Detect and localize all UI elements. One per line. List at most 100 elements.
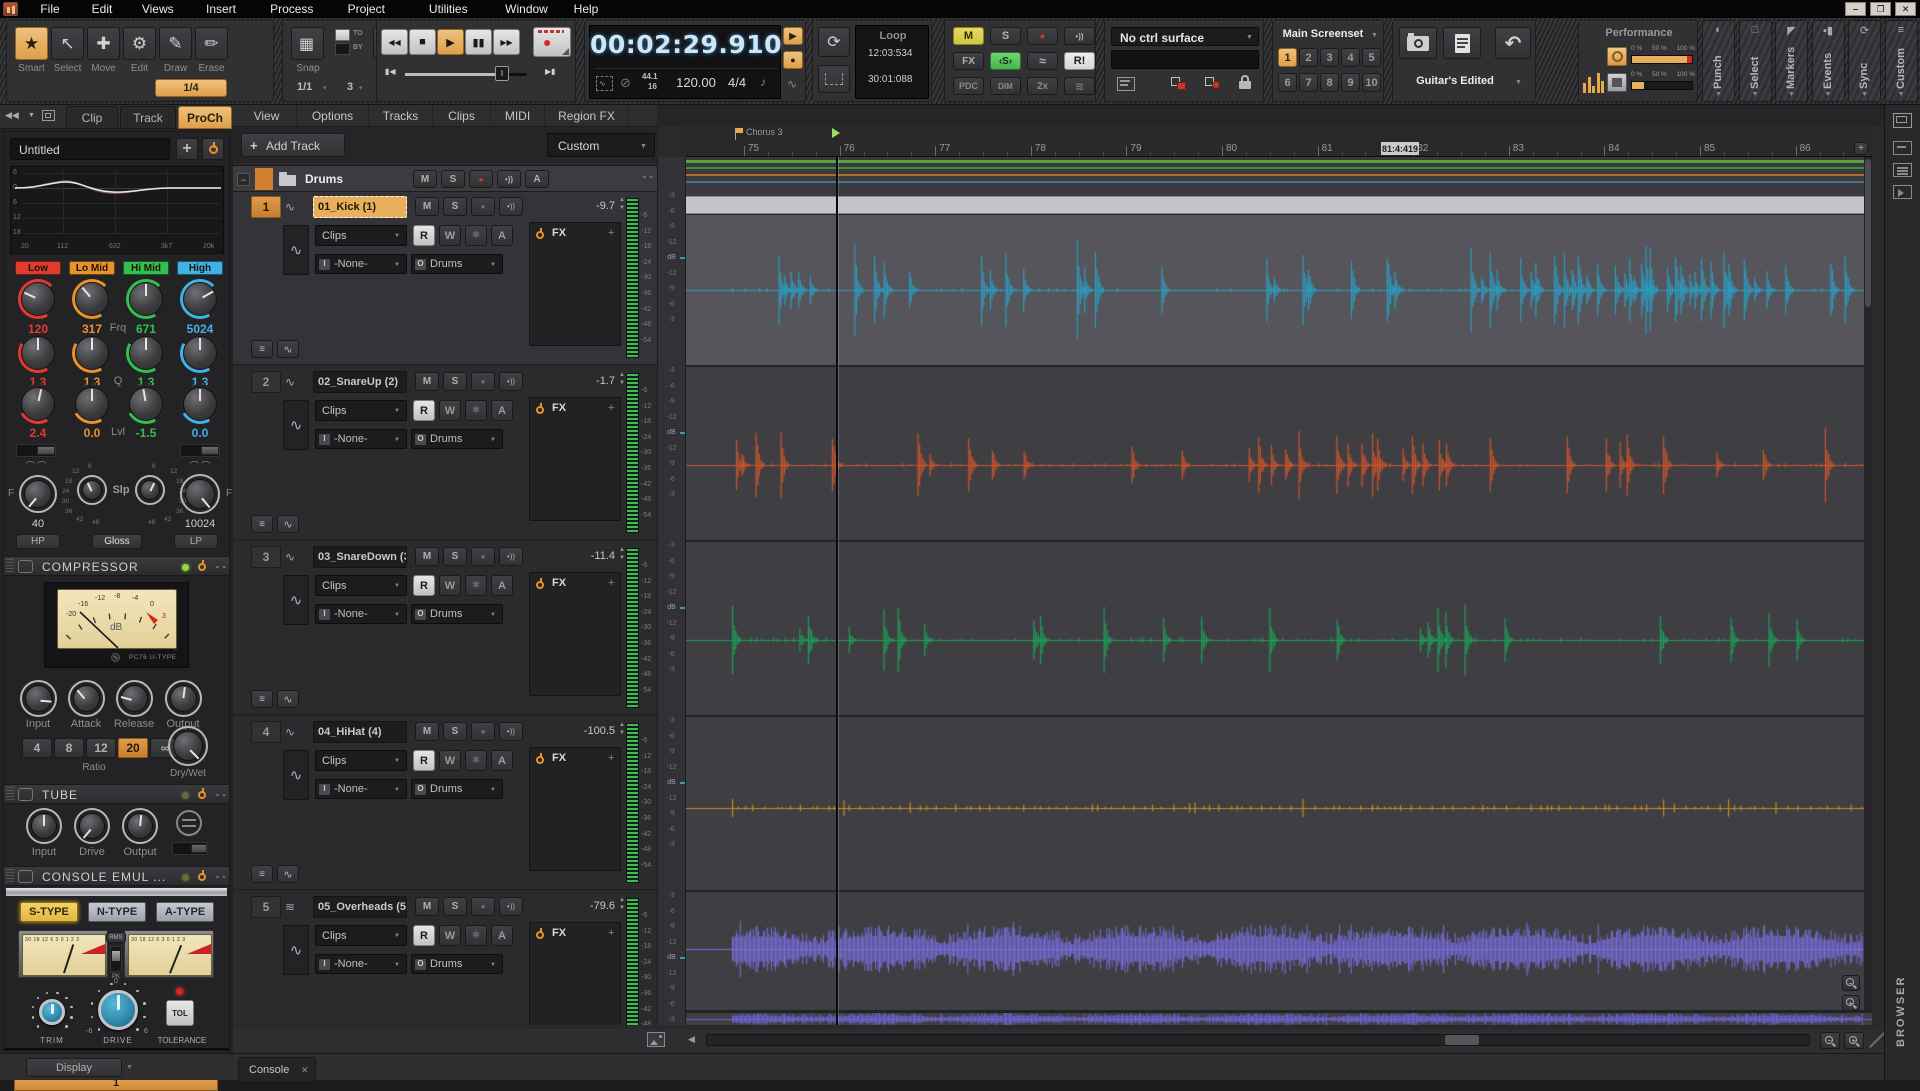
output-dropdown[interactable]: ODrums▼ [411, 779, 503, 799]
tube-toggle[interactable] [172, 842, 208, 855]
eq-band-label-0[interactable]: Low [15, 261, 61, 275]
wai-icon[interactable] [1117, 77, 1135, 91]
console-tab[interactable]: Console✕ [238, 1057, 316, 1081]
stop-button[interactable]: ■ [409, 29, 436, 55]
automation-lane-button[interactable]: ∿ [277, 340, 299, 358]
open-red-icon[interactable] [1171, 77, 1187, 90]
track-echo-button[interactable]: •)) [499, 197, 523, 216]
trackview-menu-options[interactable]: Options [297, 105, 369, 127]
input-dropdown[interactable]: I-None-▼ [315, 954, 407, 974]
eq-q-knob-3[interactable] [180, 333, 220, 373]
trim-knob[interactable] [39, 999, 65, 1025]
horizontal-scrollbar-track[interactable] [706, 1034, 1810, 1046]
menu-item-views[interactable]: Views [130, 0, 186, 18]
output-dropdown[interactable]: ODrums▼ [411, 604, 503, 624]
screenset-1-button[interactable]: 1 [1278, 48, 1297, 67]
folder-echo-button[interactable]: •)) [497, 170, 521, 188]
ctrl-surface-dropdown[interactable]: No ctrl surface▼ [1111, 27, 1259, 46]
clips-dropdown[interactable]: Clips▼ [315, 925, 407, 946]
fx-bin[interactable]: FX+ [529, 747, 621, 871]
compressor-drywet-knob[interactable] [168, 726, 208, 766]
menu-item-edit[interactable]: Edit [78, 0, 126, 18]
input-echo-button[interactable]: •)) [1064, 27, 1095, 45]
section-collapse-icon[interactable]: ⌄⌄ [214, 561, 227, 570]
hp-button[interactable]: HP [16, 534, 60, 549]
inspector-menu-icon[interactable]: ▼ [28, 112, 35, 119]
docked-expand-icon[interactable]: ▼ [1849, 91, 1880, 98]
eq-band-label-1[interactable]: Lo Mid [69, 261, 115, 275]
preset-add-button[interactable]: + [176, 138, 198, 160]
track-strip-1[interactable]: 1∿01_Kick (1)MS●•))-9.7▲▼∿Clips▼RW✱AFX+I… [233, 192, 657, 365]
snap-beat-value[interactable]: 3 [347, 81, 353, 93]
waveform-canvas-6[interactable] [686, 1013, 1872, 1025]
solo-button[interactable]: S [990, 27, 1021, 45]
notes-button[interactable] [1443, 27, 1481, 59]
fx-power-icon[interactable] [535, 403, 547, 415]
docked-expand-icon[interactable]: ▼ [1813, 91, 1844, 98]
automation-a-button[interactable]: A [491, 575, 513, 596]
zoom-in-horizontal-button[interactable]: + [1844, 1032, 1864, 1049]
skip-end-icon[interactable]: ▶▮ [545, 67, 556, 76]
volume-spin-down-icon[interactable]: ▼ [619, 555, 625, 561]
add-track-button[interactable]: +Add Track [241, 133, 345, 157]
gloss-button[interactable]: Gloss [92, 534, 142, 549]
timeline-ruler[interactable]: Chorus 375767778798081828384858681:4:419… [686, 126, 1872, 157]
docked-module-sync[interactable]: ⟳Sync▼ [1848, 20, 1881, 102]
docked-expand-icon[interactable]: ▼ [1703, 91, 1734, 98]
automation-read-button[interactable]: R [413, 225, 435, 246]
volume-spin-down-icon[interactable]: ▼ [619, 730, 625, 736]
snap-by-toggle[interactable] [335, 43, 350, 55]
eq-graph[interactable]: 6061218201126323k720k [10, 166, 224, 254]
eq-q-knob-2[interactable] [126, 333, 166, 373]
track-name-field[interactable]: 03_SnareDown (3 [313, 546, 407, 568]
tube-input-knob[interactable] [26, 808, 62, 844]
snap-beat-arrow-icon[interactable]: ▾ [359, 84, 363, 92]
eq-gain-knob-2[interactable] [126, 384, 166, 424]
folder-composite-clip[interactable] [686, 196, 1872, 214]
tube-type-icon[interactable] [176, 810, 202, 836]
layers-button[interactable]: ≡ [251, 865, 273, 883]
rms-button[interactable]: RMS [106, 932, 126, 943]
automation-read-button[interactable]: R [413, 925, 435, 946]
tool-erase-button[interactable]: ✏ [195, 27, 228, 60]
freeze-button[interactable]: ✱ [465, 225, 487, 246]
collapse-left-icon[interactable]: ◀◀ [5, 110, 19, 121]
solo-dim-button[interactable]: ‹S› [990, 52, 1021, 70]
folder-row-drums[interactable]: −DrumsMS●•))A⌄⌄ [233, 165, 657, 192]
pk-slider-handle[interactable] [112, 951, 120, 961]
zoom-in-vertical-button[interactable]: + [1842, 995, 1860, 1011]
section-power-button[interactable] [196, 788, 209, 801]
audio-clip-lane-6[interactable] [686, 1013, 1872, 1025]
layers-button[interactable]: ≡ [251, 340, 273, 358]
track-mute-button[interactable]: M [415, 372, 439, 391]
track-echo-button[interactable]: •)) [499, 722, 523, 741]
screenset-9-button[interactable]: 9 [1341, 73, 1360, 92]
metronome-icon[interactable]: ♪ [760, 75, 766, 89]
capture-preset-dropdown[interactable]: Guitar's Edited [1397, 75, 1513, 87]
custom-dropdown[interactable]: Custom▼ [547, 133, 655, 157]
ruler-zoom-plus-button[interactable]: + [1854, 142, 1868, 155]
automation-a-button[interactable]: A [491, 225, 513, 246]
hp-slope-knob[interactable] [77, 475, 107, 505]
track-name-field[interactable]: 01_Kick (1) [313, 196, 407, 218]
automation-write-button[interactable]: W [439, 925, 461, 946]
fx-add-icon[interactable]: + [608, 752, 614, 764]
tube-output-knob[interactable] [122, 808, 158, 844]
fx-power-icon[interactable] [535, 928, 547, 940]
track-solo-button[interactable]: S [443, 547, 467, 566]
dock-window-button[interactable] [1893, 113, 1912, 128]
docked-expand-icon[interactable]: ▼ [1740, 91, 1771, 98]
loop-marquee-button[interactable] [818, 65, 850, 93]
folder-mute-button[interactable]: M [413, 170, 437, 188]
screenset-10-button[interactable]: 10 [1362, 73, 1381, 92]
track-solo-button[interactable]: S [443, 722, 467, 741]
automation-write-button[interactable]: W [439, 575, 461, 596]
tol-button[interactable]: TOL [166, 1000, 194, 1026]
ratio-3-button[interactable]: 12 [86, 738, 116, 758]
automation-lane-button[interactable]: ∿ [277, 515, 299, 533]
clips-area[interactable]: −+ [686, 157, 1872, 1025]
zoom-out-horizontal-button[interactable]: − [1820, 1032, 1840, 1049]
tempo-record-button[interactable]: ● [783, 51, 803, 69]
folder-collapse-button[interactable]: − [237, 173, 250, 186]
track-mute-button[interactable]: M [415, 897, 439, 916]
